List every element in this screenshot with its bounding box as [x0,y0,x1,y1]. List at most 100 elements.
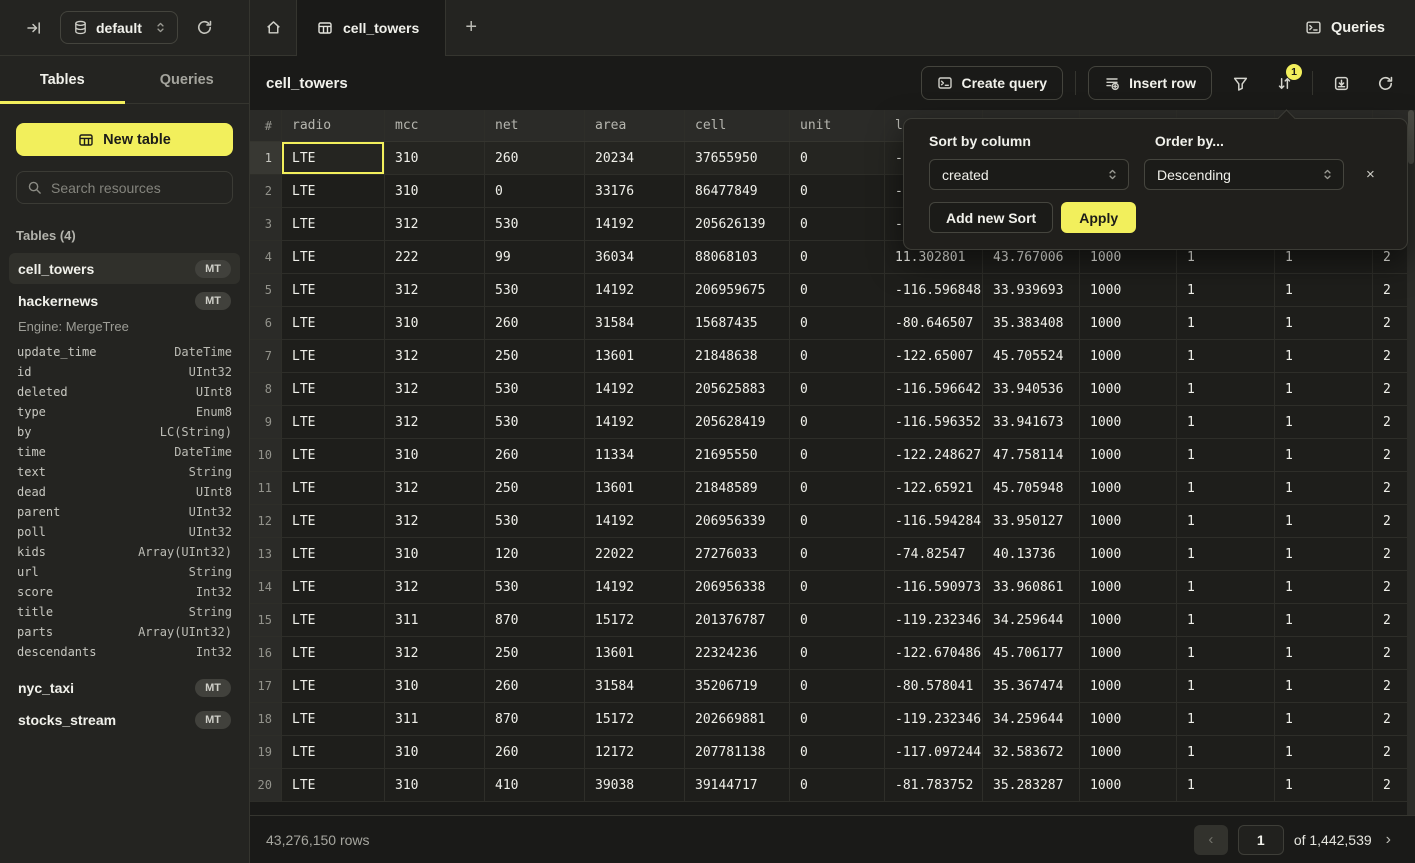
table-cell[interactable]: 1000 [1080,439,1177,471]
table-cell[interactable]: 206956339 [685,505,790,537]
table-cell[interactable]: -80.578041 [885,670,983,702]
table-cell[interactable]: 35.283287 [983,769,1080,801]
page-number-input[interactable] [1238,825,1284,855]
table-row[interactable]: 13LTE31012022022272760330-74.8254740.137… [250,538,1415,571]
table-cell[interactable]: 86477849 [685,175,790,207]
table-cell[interactable]: 1 [1177,505,1275,537]
table-cell[interactable]: 0 [790,208,885,240]
table-cell[interactable]: 1000 [1080,307,1177,339]
table-cell[interactable]: 1000 [1080,736,1177,768]
table-cell[interactable]: 222 [385,241,485,273]
table-cell[interactable]: 260 [485,439,585,471]
table-cell[interactable]: 0 [790,670,885,702]
table-cell[interactable]: 45.705524 [983,340,1080,372]
table-cell[interactable]: 530 [485,505,585,537]
table-cell[interactable]: 310 [385,175,485,207]
table-cell[interactable]: LTE [282,637,385,669]
table-cell[interactable]: 120 [485,538,585,570]
column-header[interactable]: area [585,110,685,141]
search-input[interactable] [51,180,222,196]
table-cell[interactable]: 1 [1275,307,1373,339]
table-row[interactable]: 16LTE31225013601223242360-122.67048645.7… [250,637,1415,670]
table-cell[interactable]: 1 [1177,406,1275,438]
table-cell[interactable]: 15172 [585,604,685,636]
table-cell[interactable]: -80.646507 [885,307,983,339]
table-cell[interactable]: 310 [385,670,485,702]
table-cell[interactable]: 260 [485,307,585,339]
table-cell[interactable]: 410 [485,769,585,801]
table-cell[interactable]: 33.950127 [983,505,1080,537]
table-cell[interactable]: 1 [1177,769,1275,801]
table-cell[interactable]: LTE [282,142,385,174]
table-cell[interactable]: 312 [385,340,485,372]
table-cell[interactable]: LTE [282,505,385,537]
table-cell[interactable]: 0 [790,274,885,306]
table-cell[interactable]: 870 [485,703,585,735]
table-cell[interactable]: 0 [790,142,885,174]
table-cell[interactable]: 31584 [585,307,685,339]
table-cell[interactable]: 33.941673 [983,406,1080,438]
next-page-button[interactable]: › [1382,831,1395,849]
table-cell[interactable]: LTE [282,307,385,339]
apply-sort-button[interactable]: Apply [1061,202,1136,233]
table-cell[interactable]: 1 [1275,637,1373,669]
table-cell[interactable]: -122.670486 [885,637,983,669]
table-cell[interactable]: 1 [1177,472,1275,504]
table-cell[interactable]: 206956338 [685,571,790,603]
table-cell[interactable]: 260 [485,142,585,174]
table-cell[interactable]: 1 [1177,703,1275,735]
table-cell[interactable]: 0 [790,307,885,339]
table-cell[interactable]: 13601 [585,340,685,372]
table-cell[interactable]: 1 [1177,571,1275,603]
table-cell[interactable]: 0 [790,406,885,438]
table-cell[interactable]: 312 [385,637,485,669]
table-cell[interactable]: -74.82547 [885,538,983,570]
table-cell[interactable]: 0 [790,769,885,801]
table-cell[interactable]: LTE [282,439,385,471]
table-cell[interactable]: 0 [790,340,885,372]
table-cell[interactable]: 0 [790,571,885,603]
queries-button[interactable]: Queries [1305,19,1385,36]
add-new-sort-button[interactable]: Add new Sort [929,202,1053,233]
database-selector[interactable]: default [60,11,178,44]
table-cell[interactable]: 260 [485,736,585,768]
table-cell[interactable]: 1000 [1080,769,1177,801]
table-cell[interactable]: 310 [385,538,485,570]
table-cell[interactable]: 1 [1177,373,1275,405]
table-cell[interactable]: 312 [385,274,485,306]
table-cell[interactable]: 22324236 [685,637,790,669]
table-cell[interactable]: 311 [385,604,485,636]
table-cell[interactable]: 1 [1177,439,1275,471]
table-row[interactable]: 6LTE31026031584156874350-80.64650735.383… [250,307,1415,340]
table-cell[interactable]: 0 [790,241,885,273]
table-cell[interactable]: 1 [1275,571,1373,603]
table-cell[interactable]: 1000 [1080,472,1177,504]
table-cell[interactable]: 35206719 [685,670,790,702]
table-cell[interactable]: 0 [790,538,885,570]
table-cell[interactable]: LTE [282,604,385,636]
table-cell[interactable]: 205628419 [685,406,790,438]
table-cell[interactable]: LTE [282,472,385,504]
table-cell[interactable]: -116.594284 [885,505,983,537]
table-cell[interactable]: LTE [282,703,385,735]
table-cell[interactable]: 250 [485,340,585,372]
sidebar-item-stocks-stream[interactable]: stocks_stream MT [9,704,240,735]
table-cell[interactable]: 312 [385,208,485,240]
table-cell[interactable]: 530 [485,571,585,603]
column-header[interactable]: cell [685,110,790,141]
refresh-connection-button[interactable] [192,15,217,40]
table-cell[interactable]: 1 [1177,307,1275,339]
table-cell[interactable]: 311 [385,703,485,735]
table-cell[interactable]: 207781138 [685,736,790,768]
table-cell[interactable]: 1000 [1080,406,1177,438]
table-cell[interactable]: 0 [790,505,885,537]
sidebar-tab-queries[interactable]: Queries [125,56,250,103]
table-cell[interactable]: 0 [790,637,885,669]
table-cell[interactable]: 39144717 [685,769,790,801]
column-header[interactable]: mcc [385,110,485,141]
table-cell[interactable]: 13601 [585,472,685,504]
prev-page-button[interactable]: ‹ [1194,825,1228,855]
table-cell[interactable]: 1 [1275,670,1373,702]
table-cell[interactable]: 1 [1177,274,1275,306]
table-cell[interactable]: 1 [1177,538,1275,570]
